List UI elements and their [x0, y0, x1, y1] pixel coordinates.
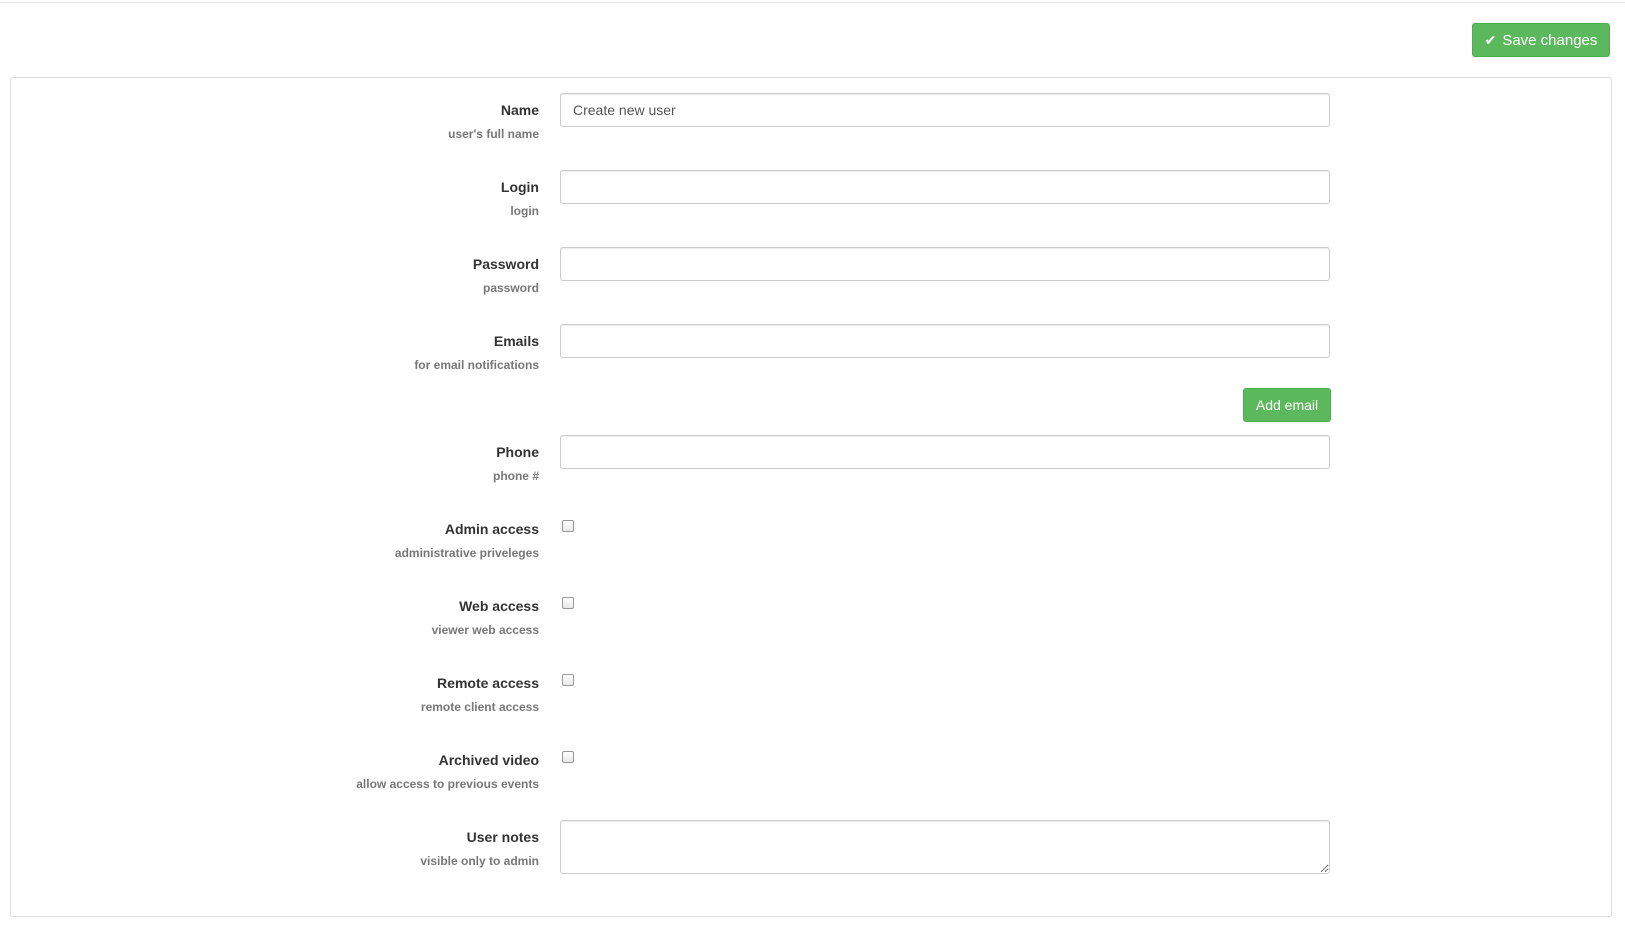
- login-hint: login: [510, 204, 539, 218]
- name-label-group: Name user's full name: [448, 101, 539, 141]
- admin-access-hint: administrative priveleges: [394, 546, 539, 560]
- phone-hint: phone #: [492, 469, 539, 483]
- name-label: Name: [500, 102, 539, 118]
- emails-label: Emails: [493, 333, 539, 349]
- admin-access-checkbox[interactable]: [562, 520, 574, 532]
- archived-video-checkbox[interactable]: [562, 751, 574, 763]
- web-access-label-group: Web access viewer web access: [432, 597, 539, 637]
- user-notes-label: User notes: [466, 829, 539, 845]
- remote-access-label: Remote access: [437, 675, 539, 691]
- archived-video-label: Archived video: [438, 752, 539, 768]
- login-label-group: Login login: [501, 178, 539, 218]
- web-access-hint: viewer web access: [431, 623, 539, 637]
- name-hint: user's full name: [448, 127, 539, 141]
- user-notes-hint: visible only to admin: [420, 854, 539, 868]
- name-input[interactable]: [560, 93, 1330, 127]
- phone-label-group: Phone phone #: [493, 443, 539, 483]
- phone-label: Phone: [496, 444, 539, 460]
- remote-access-checkbox[interactable]: [562, 674, 574, 686]
- user-form-panel: Name user's full name Login login Passwo…: [10, 77, 1612, 917]
- save-changes-button[interactable]: ✔ Save changes: [1472, 23, 1610, 57]
- password-hint: password: [482, 281, 539, 295]
- remote-access-label-group: Remote access remote client access: [421, 674, 539, 714]
- save-changes-label: Save changes: [1502, 31, 1598, 49]
- add-email-button[interactable]: Add email: [1243, 388, 1331, 422]
- web-access-label: Web access: [459, 598, 539, 614]
- top-divider: [0, 2, 1625, 3]
- password-input[interactable]: [560, 247, 1330, 281]
- email-input[interactable]: [560, 324, 1330, 358]
- password-label: Password: [472, 256, 539, 272]
- remote-access-hint: remote client access: [420, 700, 539, 714]
- login-label: Login: [500, 179, 539, 195]
- check-icon: ✔: [1484, 32, 1497, 48]
- login-input[interactable]: [560, 170, 1330, 204]
- admin-access-label-group: Admin access administrative priveleges: [395, 520, 539, 560]
- user-notes-label-group: User notes visible only to admin: [420, 828, 539, 868]
- web-access-checkbox[interactable]: [562, 597, 574, 609]
- user-notes-textarea[interactable]: [560, 820, 1330, 874]
- archived-video-hint: allow access to previous events: [356, 777, 539, 791]
- emails-label-group: Emails for email notifications: [414, 332, 539, 372]
- emails-hint: for email notifications: [414, 358, 539, 372]
- phone-input[interactable]: [560, 435, 1330, 469]
- admin-access-label: Admin access: [444, 521, 539, 537]
- archived-video-label-group: Archived video allow access to previous …: [356, 751, 539, 791]
- password-label-group: Password password: [473, 255, 539, 295]
